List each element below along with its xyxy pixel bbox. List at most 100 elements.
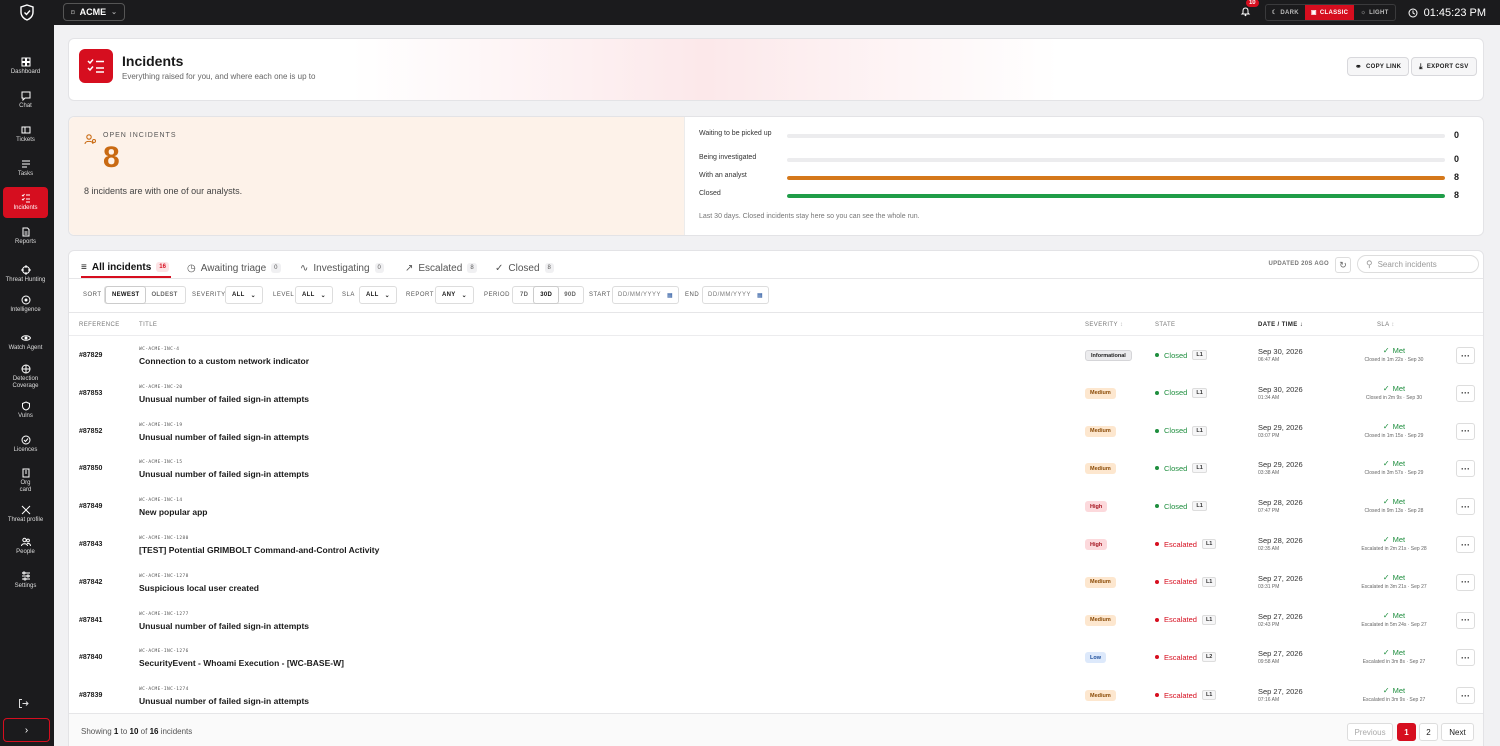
chat-icon bbox=[21, 91, 30, 101]
tab-closed[interactable]: ✓ Closed 8 bbox=[495, 258, 554, 278]
incident-time: 03:07 PM bbox=[1258, 432, 1280, 439]
column-sla[interactable]: SLA ↕ bbox=[1377, 322, 1395, 328]
notifications-button[interactable]: 10 bbox=[1240, 0, 1259, 20]
row-actions-button[interactable]: ··· bbox=[1456, 347, 1475, 364]
row-actions-button[interactable]: ··· bbox=[1456, 422, 1475, 440]
logout-button[interactable] bbox=[18, 698, 29, 712]
sidebar-item-threat-hunting[interactable]: Threat Hunting bbox=[3, 259, 48, 290]
start-date-input[interactable]: DD/MM/YYYY ▦ bbox=[612, 286, 680, 304]
incident-reference[interactable]: #87842 bbox=[79, 579, 102, 586]
incident-title[interactable]: SecurityEvent - Whoami Execution - [WC-B… bbox=[139, 658, 344, 668]
table-row[interactable]: #87842 WC-ACME-INC-1278 Suspicious local u… bbox=[69, 564, 1483, 602]
sidebar-item-detection-coverage[interactable]: Detection Coverage bbox=[3, 361, 48, 392]
column-severity[interactable]: SEVERITY ↕ bbox=[1085, 322, 1123, 328]
expand-sidebar-button[interactable]: › bbox=[3, 718, 50, 742]
state-label: Closed bbox=[1164, 501, 1188, 511]
tab-escalated[interactable]: ↗ Escalated 8 bbox=[405, 258, 477, 278]
table-row[interactable]: #87852 WC-ACME-INC-19 Unusual number of fa… bbox=[69, 413, 1483, 451]
incident-reference[interactable]: #87849 bbox=[79, 503, 102, 510]
next-page-button[interactable]: Next bbox=[1441, 723, 1474, 741]
sla-select[interactable]: ALL ⌄ bbox=[359, 286, 397, 304]
severity-select[interactable]: ALL ⌄ bbox=[225, 286, 263, 304]
table-row[interactable]: #87839 WC-ACME-INC-1274 Unusual number of … bbox=[69, 677, 1483, 715]
theme-classic-button[interactable]: ▣ CLASSIC bbox=[1304, 5, 1355, 20]
sidebar-item-dashboard[interactable]: Dashboard bbox=[3, 51, 48, 82]
export-csv-button[interactable]: ⤓ EXPORT CSV bbox=[1411, 57, 1477, 76]
table-row[interactable]: #87843 WC-ACME-INC-1280 [TEST] Potential G… bbox=[69, 526, 1483, 564]
incident-title[interactable]: New popular app bbox=[139, 507, 207, 517]
previous-page-button[interactable]: Previous bbox=[1347, 723, 1393, 741]
row-actions-button[interactable]: ··· bbox=[1456, 536, 1475, 553]
incident-reference[interactable]: #87841 bbox=[79, 617, 102, 624]
page-1-button[interactable]: 1 bbox=[1397, 723, 1416, 741]
incident-title[interactable]: Unusual number of failed sign-in attempt… bbox=[139, 394, 309, 404]
incident-title[interactable]: Unusual number of failed sign-in attempt… bbox=[139, 621, 309, 631]
table-row[interactable]: #87853 WC-ACME-INC-20 Unusual number of fa… bbox=[69, 375, 1483, 413]
state-indicator: Escalated L2 bbox=[1155, 652, 1217, 663]
period-30d-option[interactable]: 30D bbox=[534, 287, 559, 303]
theme-dark-button[interactable]: ☾ DARK bbox=[1266, 5, 1305, 20]
end-date-input[interactable]: DD/MM/YYYY ▦ bbox=[702, 286, 770, 304]
sidebar-item-org-card[interactable]: Org card bbox=[3, 465, 48, 496]
tasks-icon bbox=[21, 160, 30, 168]
check-circle-icon: ✓ bbox=[495, 262, 504, 274]
level-select[interactable]: ALL ⌄ bbox=[295, 286, 333, 304]
row-actions-button[interactable]: ··· bbox=[1456, 687, 1475, 705]
crossed-swords-icon bbox=[21, 505, 30, 515]
incident-title[interactable]: Unusual number of failed sign-in attempt… bbox=[139, 696, 309, 706]
sidebar-item-licences[interactable]: Licences bbox=[3, 429, 48, 460]
search-input[interactable]: ⚲ Search incidents bbox=[1357, 255, 1479, 273]
incident-title[interactable]: Suspicious local user created bbox=[139, 583, 259, 593]
period-7d-option[interactable]: 7D bbox=[514, 287, 534, 303]
row-actions-button[interactable]: ··· bbox=[1456, 384, 1475, 402]
incident-reference[interactable]: #87839 bbox=[79, 692, 102, 699]
row-actions-button[interactable]: ··· bbox=[1456, 498, 1475, 516]
sidebar-item-chat[interactable]: Chat bbox=[3, 85, 48, 116]
column-datetime[interactable]: DATE / TIME ↓ bbox=[1258, 322, 1303, 328]
row-actions-button[interactable]: ··· bbox=[1456, 460, 1475, 478]
sidebar-item-people[interactable]: People bbox=[3, 531, 48, 562]
incident-title[interactable]: Connection to a custom network indicator bbox=[139, 356, 309, 366]
sidebar-item-settings[interactable]: Settings bbox=[3, 565, 48, 596]
sidebar-item-reports[interactable]: Reports bbox=[3, 221, 48, 252]
incident-reference[interactable]: #87853 bbox=[79, 390, 102, 397]
sidebar-item-tickets[interactable]: Tickets bbox=[3, 119, 48, 150]
tab-awaiting-triage[interactable]: ◷ Awaiting triage 0 bbox=[187, 258, 281, 278]
sidebar-item-threat-profile[interactable]: Threat profile bbox=[3, 499, 48, 530]
row-actions-button[interactable]: ··· bbox=[1456, 649, 1475, 667]
sidebar-item-watch-agent[interactable]: Watch Agent bbox=[3, 327, 48, 358]
table-row[interactable]: #87829 WC-ACME-INC-4 Connection to a custo… bbox=[69, 337, 1483, 375]
brand-logo-icon[interactable] bbox=[0, 0, 54, 25]
sidebar-item-tasks[interactable]: Tasks bbox=[3, 153, 48, 184]
incident-reference[interactable]: #87829 bbox=[79, 352, 102, 359]
sidebar-item-intelligence[interactable]: Intelligence bbox=[3, 289, 48, 320]
sla-status: ✓ Met Closed in 9m 13s · Sep 28 bbox=[1339, 497, 1449, 514]
table-row[interactable]: #87841 WC-ACME-INC-1277 Unusual number of … bbox=[69, 602, 1483, 640]
copy-link-button[interactable]: ⚭ COPY LINK bbox=[1347, 57, 1410, 76]
refresh-button[interactable]: ↻ bbox=[1335, 257, 1351, 273]
incident-title[interactable]: Unusual number of failed sign-in attempt… bbox=[139, 469, 309, 479]
tenant-selector[interactable]: ACME ⌄ bbox=[63, 3, 125, 21]
row-actions-button[interactable]: ··· bbox=[1456, 611, 1475, 629]
theme-light-button[interactable]: ☼ LIGHT bbox=[1354, 5, 1394, 20]
table-row[interactable]: #87840 WC-ACME-INC-1276 SecurityEvent - Wh… bbox=[69, 639, 1483, 677]
table-row[interactable]: #87850 WC-ACME-INC-15 Unusual number of fa… bbox=[69, 450, 1483, 488]
sidebar-item-incidents[interactable]: Incidents bbox=[3, 187, 48, 218]
incident-title[interactable]: [TEST] Potential GRIMBOLT Command-and-Co… bbox=[139, 545, 379, 555]
incident-reference[interactable]: #87850 bbox=[79, 465, 102, 472]
period-90d-option[interactable]: 90D bbox=[558, 287, 582, 303]
incident-title[interactable]: Unusual number of failed sign-in attempt… bbox=[139, 432, 309, 442]
sort-newest-option[interactable]: NEWEST bbox=[106, 287, 146, 303]
tab-investigating[interactable]: ∿ Investigating 0 bbox=[300, 258, 384, 278]
table-row[interactable]: #87849 WC-ACME-INC-14 New popular app High C… bbox=[69, 488, 1483, 526]
row-actions-button[interactable]: ··· bbox=[1456, 573, 1475, 591]
tab-all-incidents[interactable]: ≡ All incidents 16 bbox=[81, 258, 171, 278]
sort-oldest-option[interactable]: OLDEST bbox=[145, 287, 183, 303]
report-select[interactable]: ANY ⌄ bbox=[435, 286, 474, 304]
incident-reference[interactable]: #87852 bbox=[79, 428, 102, 435]
sidebar-item-vulns[interactable]: Vulns bbox=[3, 395, 48, 426]
incident-reference[interactable]: #87840 bbox=[79, 654, 102, 661]
incident-reference[interactable]: #87843 bbox=[79, 541, 102, 548]
page-2-button[interactable]: 2 bbox=[1419, 723, 1438, 741]
sun-icon: ☼ bbox=[1360, 9, 1367, 16]
